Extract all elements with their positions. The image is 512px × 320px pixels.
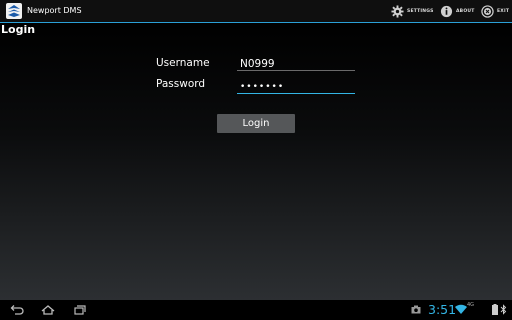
password-label: Password — [156, 78, 206, 90]
clock: 3:51 — [428, 302, 457, 317]
wifi-icon — [455, 304, 467, 314]
settings-button[interactable]: SETTINGS — [391, 0, 434, 22]
home-icon[interactable] — [40, 303, 56, 317]
about-label: ABOUT — [456, 8, 475, 14]
page-title: Login — [1, 23, 36, 36]
exit-icon — [481, 4, 494, 18]
settings-label: SETTINGS — [407, 8, 434, 14]
password-field[interactable]: ••••••• — [237, 80, 355, 94]
login-screen: Login Username N0999 Password ••••••• Lo… — [0, 23, 512, 300]
action-bar: Newport DMS SETTINGS ABOUT EXIT — [0, 0, 512, 23]
camera-icon — [411, 305, 421, 314]
signal-label: 4G — [467, 302, 475, 308]
about-button[interactable]: ABOUT — [440, 0, 474, 22]
username-field[interactable]: N0999 — [237, 57, 355, 71]
info-icon — [440, 5, 453, 17]
username-label: Username — [156, 57, 210, 69]
back-icon[interactable] — [9, 303, 25, 317]
newport-logo-icon[interactable] — [6, 3, 22, 19]
login-button[interactable]: Login — [217, 114, 295, 133]
gear-icon — [391, 4, 404, 18]
bluetooth-icon — [500, 304, 507, 315]
exit-button[interactable]: EXIT — [481, 0, 509, 22]
battery-icon — [492, 304, 498, 315]
recent-apps-icon[interactable] — [72, 303, 88, 317]
app-title: Newport DMS — [27, 6, 82, 15]
exit-label: EXIT — [497, 8, 510, 14]
system-bar: 3:51 4G — [0, 300, 512, 320]
